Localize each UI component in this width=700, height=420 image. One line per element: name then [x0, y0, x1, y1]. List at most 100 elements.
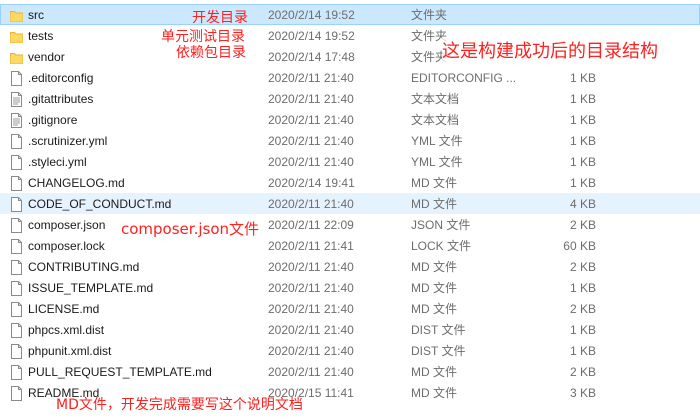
file-icon — [10, 218, 23, 233]
file-size: 1 KB — [569, 113, 596, 127]
file-icon — [10, 155, 23, 170]
file-type: YML 文件 — [411, 134, 463, 148]
file-date: 2020/2/11 21:40 — [268, 365, 354, 379]
file-icon — [10, 302, 23, 317]
file-row[interactable]: CONTRIBUTING.md 2020/2/11 21:40 MD 文件 2 KB — [0, 256, 700, 277]
file-size: 1 KB — [569, 155, 596, 169]
file-row[interactable]: .gitattributes 2020/2/11 21:40 文本文档 1 KB — [0, 88, 700, 109]
file-icon — [10, 260, 23, 275]
file-icon — [10, 386, 23, 401]
file-name: src — [28, 8, 44, 22]
file-size: 2 KB — [569, 302, 596, 316]
file-type: DIST 文件 — [411, 323, 466, 337]
file-row[interactable]: composer.lock 2020/2/11 21:41 LOCK 文件 60 KB — [0, 235, 700, 256]
file-icon — [10, 176, 23, 191]
file-row[interactable]: .scrutinizer.yml 2020/2/11 21:40 YML 文件 1 K… — [0, 130, 700, 151]
file-row[interactable]: CODE_OF_CONDUCT.md 2020/2/11 21:40 MD 文件 4 … — [0, 193, 700, 214]
file-row[interactable]: ISSUE_TEMPLATE.md 2020/2/11 21:40 MD 文件 1 K… — [0, 277, 700, 298]
file-row[interactable]: .editorconfig 2020/2/11 21:40 EDITORCONFIG… — [0, 67, 700, 88]
file-date: 2020/2/11 21:40 — [268, 323, 354, 337]
file-icon — [10, 281, 23, 296]
file-name: CHANGELOG.md — [28, 176, 125, 190]
file-icon — [10, 323, 23, 338]
file-row[interactable]: CHANGELOG.md 2020/2/14 19:41 MD 文件 1 KB — [0, 172, 700, 193]
file-name: PULL_REQUEST_TEMPLATE.md — [28, 365, 212, 379]
file-type: MD 文件 — [411, 260, 457, 274]
file-date: 2020/2/11 21:40 — [268, 71, 354, 85]
file-row[interactable]: phpcs.xml.dist 2020/2/11 21:40 DIST 文件 1 KB — [0, 319, 700, 340]
folder-icon — [10, 8, 23, 23]
file-row[interactable]: phpunit.xml.dist 2020/2/11 21:40 DIST 文件 1 … — [0, 340, 700, 361]
file-date: 2020/2/11 22:09 — [268, 218, 354, 232]
file-size: 1 KB — [569, 323, 596, 337]
file-date: 2020/2/11 21:40 — [268, 260, 354, 274]
file-date: 2020/2/11 21:40 — [268, 134, 354, 148]
file-type: YML 文件 — [411, 155, 463, 169]
file-name: .scrutinizer.yml — [28, 134, 108, 148]
file-name: composer.lock — [28, 239, 105, 253]
file-size: 1 KB — [569, 281, 596, 295]
file-type: 文件夹 — [411, 8, 448, 22]
file-icon — [10, 134, 23, 149]
file-date: 2020/2/14 19:41 — [268, 176, 355, 190]
file-date: 2020/2/11 21:40 — [268, 344, 354, 358]
annotation-dep-dir: 依赖包目录 — [176, 45, 246, 61]
file-icon — [10, 239, 23, 254]
file-size: 60 KB — [563, 239, 596, 253]
folder-icon — [10, 29, 23, 44]
file-date: 2020/2/11 21:40 — [268, 281, 354, 295]
file-type: MD 文件 — [411, 386, 457, 400]
file-size: 1 KB — [569, 344, 596, 358]
file-name: CONTRIBUTING.md — [28, 260, 140, 274]
file-row[interactable]: .styleci.yml 2020/2/11 21:40 YML 文件 1 KB — [0, 151, 700, 172]
file-type: LOCK 文件 — [411, 239, 472, 253]
file-name: .gitattributes — [28, 92, 94, 106]
file-date: 2020/2/11 21:40 — [268, 113, 354, 127]
file-name: CODE_OF_CONDUCT.md — [28, 197, 172, 211]
file-size: 2 KB — [569, 260, 596, 274]
file-size: 2 KB — [569, 365, 596, 379]
file-icon — [10, 344, 23, 359]
file-date: 2020/2/11 21:41 — [268, 239, 354, 253]
file-date: 2020/2/11 21:40 — [268, 302, 354, 316]
file-name: tests — [28, 29, 54, 43]
annotation-structure: 这是构建成功后的目录结构 — [442, 37, 658, 63]
file-size: 4 KB — [569, 197, 596, 211]
file-size: 1 KB — [569, 71, 596, 85]
file-list: src 2020/2/14 19:52 文件夹 tests 2020/2/14 19:5… — [0, 4, 700, 403]
file-name: LICENSE.md — [28, 302, 100, 316]
file-row[interactable]: PULL_REQUEST_TEMPLATE.md 2020/2/11 21:40 M… — [0, 361, 700, 382]
file-name: composer.json — [28, 218, 106, 232]
file-type: 文本文档 — [411, 92, 460, 106]
file-date: 2020/2/11 21:40 — [268, 155, 354, 169]
file-type: MD 文件 — [411, 197, 457, 211]
file-name: phpcs.xml.dist — [28, 323, 105, 337]
file-date: 2020/2/11 21:40 — [268, 92, 354, 106]
annotation-composer-json: composer.json文件 — [121, 220, 260, 238]
file-name: .gitignore — [28, 113, 78, 127]
file-icon — [10, 71, 23, 86]
folder-row[interactable]: src 2020/2/14 19:52 文件夹 — [0, 4, 700, 25]
file-type: JSON 文件 — [411, 218, 471, 232]
file-type: MD 文件 — [411, 176, 457, 190]
file-name: .styleci.yml — [28, 155, 87, 169]
file-icon — [10, 197, 23, 212]
file-icon — [10, 365, 23, 380]
file-size: 3 KB — [569, 386, 596, 400]
file-name: phpunit.xml.dist — [28, 344, 112, 358]
file-type: MD 文件 — [411, 302, 457, 316]
file-row[interactable]: LICENSE.md 2020/2/11 21:40 MD 文件 2 KB — [0, 298, 700, 319]
file-row[interactable]: composer.json 2020/2/11 22:09 JSON 文件 2 KB — [0, 214, 700, 235]
annotation-dev-dir: 开发目录 — [192, 10, 248, 26]
file-date: 2020/2/14 19:52 — [268, 29, 355, 43]
file-type: 文本文档 — [411, 113, 460, 127]
file-type: EDITORCONFIG ... — [411, 71, 517, 85]
text-file-icon — [10, 92, 23, 107]
file-date: 2020/2/11 21:40 — [268, 197, 354, 211]
file-date: 2020/2/14 17:48 — [268, 50, 355, 64]
file-type: MD 文件 — [411, 365, 457, 379]
file-date: 2020/2/14 19:52 — [268, 8, 355, 22]
file-row[interactable]: .gitignore 2020/2/11 21:40 文本文档 1 KB — [0, 109, 700, 130]
file-type: DIST 文件 — [411, 344, 466, 358]
file-size: 2 KB — [569, 218, 596, 232]
